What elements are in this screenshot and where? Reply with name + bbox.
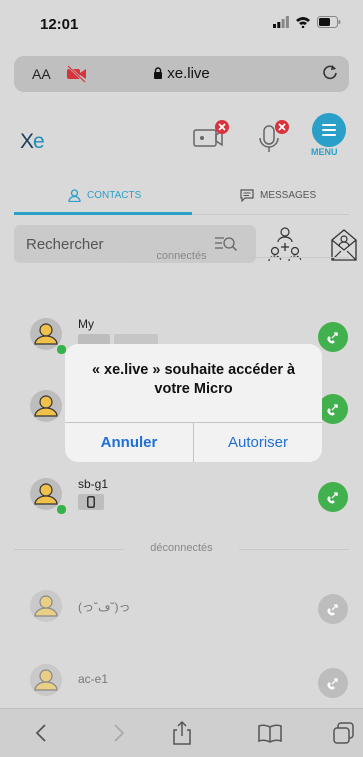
url-domain[interactable]: xe.live — [14, 65, 349, 82]
phone-icon — [327, 404, 338, 416]
phone-icon — [327, 678, 338, 690]
active-tab-indicator — [14, 212, 192, 215]
browser-toolbar — [0, 708, 363, 757]
section-disconnected: déconnectés — [14, 542, 349, 558]
menu-button[interactable] — [312, 113, 346, 147]
back-icon[interactable] — [28, 719, 56, 747]
mic-off-icon[interactable] — [258, 116, 298, 156]
lock-icon — [154, 67, 163, 79]
phone-icon — [327, 492, 338, 504]
phone-icon — [327, 332, 338, 344]
app-logo: Xe — [20, 130, 45, 154]
contact-name: ac-e1 — [78, 672, 109, 686]
address-bar[interactable]: AA xe.live — [14, 56, 349, 92]
tab-messages-label: MESSAGES — [260, 189, 317, 201]
chat-icon — [240, 188, 254, 202]
tab-contacts-label: CONTACTS — [87, 189, 142, 201]
bookmarks-icon[interactable] — [256, 719, 284, 747]
contact-row[interactable]: (っ˘ڡ˘)っ — [0, 586, 363, 636]
contact-row[interactable]: sb-g1 — [0, 474, 363, 524]
contact-name: sb-g1 — [78, 477, 109, 491]
tabs-icon[interactable] — [330, 719, 358, 747]
status-bar: 12:01 — [0, 0, 363, 46]
avatar-icon — [30, 590, 62, 622]
allow-button[interactable]: Autoriser — [194, 423, 322, 462]
system-icons — [273, 16, 341, 28]
dialog-title: « xe.live » souhaite accéder à votre Mic… — [65, 361, 322, 399]
share-icon[interactable] — [168, 719, 196, 747]
domain-text: xe.live — [167, 65, 210, 82]
menu-label: MENU — [311, 147, 338, 157]
section-connected: connectés — [14, 250, 349, 266]
battery-icon — [317, 16, 341, 28]
tab-contacts[interactable]: CONTACTS — [68, 180, 141, 210]
call-button[interactable] — [318, 668, 348, 698]
phone-icon — [327, 604, 338, 616]
user-icon — [68, 188, 81, 202]
signal-icon — [273, 16, 289, 28]
contact-name: My — [78, 317, 94, 331]
phone-device-icon — [87, 496, 95, 508]
mic-permission-dialog: « xe.live » souhaite accéder à votre Mic… — [65, 344, 322, 462]
avatar-icon — [30, 664, 62, 696]
status-time: 12:01 — [40, 16, 79, 33]
call-button[interactable] — [318, 594, 348, 624]
dialog-title-line2: votre Micro — [154, 381, 233, 397]
call-button[interactable] — [318, 482, 348, 512]
cancel-button[interactable]: Annuler — [65, 423, 193, 462]
menu-icon — [322, 124, 336, 136]
section-disconnected-label: déconnectés — [150, 542, 213, 554]
section-connected-label: connectés — [156, 250, 207, 262]
forward-icon[interactable] — [104, 719, 132, 747]
call-button[interactable] — [318, 322, 348, 352]
call-button[interactable] — [318, 394, 348, 424]
logo-e: e — [33, 130, 45, 153]
logo-x: X — [20, 130, 34, 153]
contact-name: (っ˘ڡ˘)っ — [78, 600, 131, 614]
dialog-title-line1: « xe.live » souhaite accéder à — [91, 362, 296, 378]
camera-off-icon[interactable] — [192, 116, 232, 156]
section-line — [239, 549, 349, 550]
wifi-icon — [296, 17, 310, 28]
contact-row[interactable]: ac-e1 — [0, 660, 363, 710]
device-badge — [78, 494, 104, 510]
avatar-icon — [30, 390, 62, 422]
section-line — [239, 257, 349, 258]
online-status-dot — [56, 504, 67, 515]
tab-messages[interactable]: MESSAGES — [240, 180, 316, 210]
reload-icon[interactable] — [321, 63, 339, 81]
